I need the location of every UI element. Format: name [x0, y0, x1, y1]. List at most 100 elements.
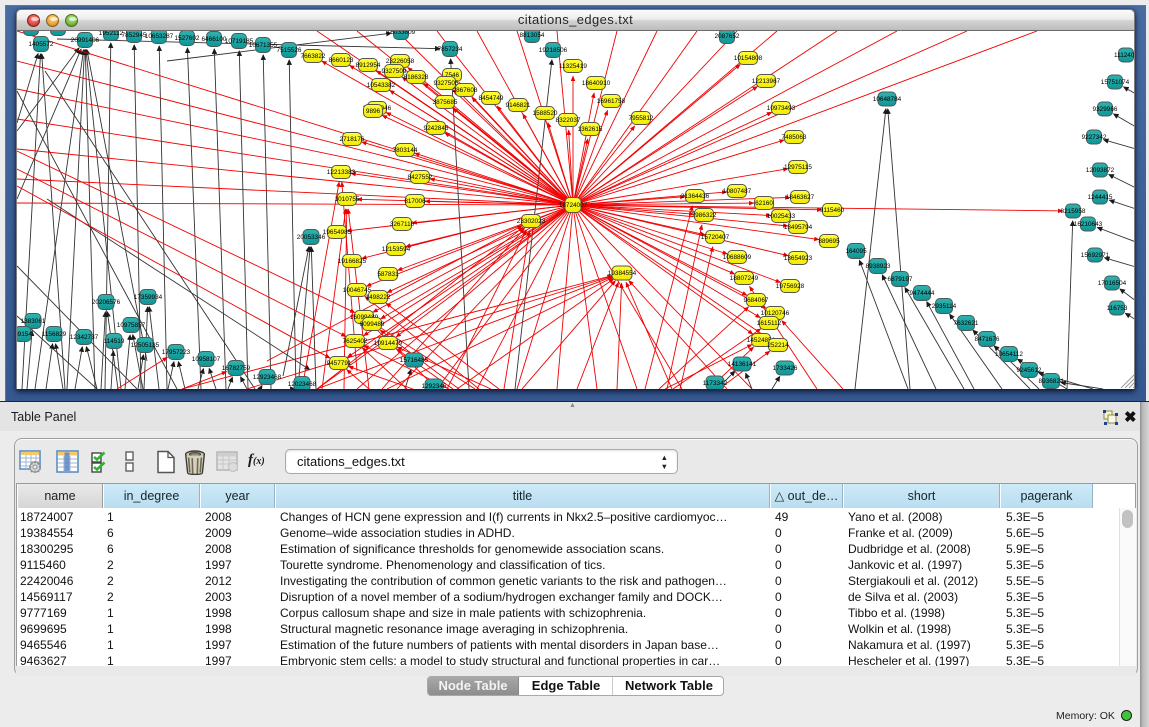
svg-text:6099489: 6099489 — [360, 321, 385, 328]
svg-text:1527602: 1527602 — [175, 35, 200, 42]
svg-text:1244415: 1244415 — [1088, 194, 1113, 201]
svg-text:7852945: 7852945 — [122, 32, 147, 39]
svg-text:9115460: 9115460 — [820, 207, 845, 214]
svg-text:1615112: 1615112 — [757, 320, 782, 327]
svg-text:8186328: 8186328 — [404, 74, 429, 81]
svg-text:8454749: 8454749 — [479, 95, 504, 102]
svg-text:7515526: 7515526 — [277, 47, 302, 54]
svg-text:12213967: 12213967 — [752, 78, 781, 85]
svg-text:10543382: 10543382 — [367, 82, 396, 89]
svg-text:1362615: 1362615 — [578, 126, 603, 133]
svg-text:8427552: 8427552 — [408, 174, 433, 181]
svg-text:20053346: 20053346 — [297, 234, 326, 241]
svg-text:11325419: 11325419 — [559, 63, 587, 70]
svg-text:9684067: 9684067 — [744, 297, 769, 304]
svg-text:19654985: 19654985 — [323, 229, 352, 236]
svg-text:13495794: 13495794 — [784, 224, 813, 231]
svg-text:16210643: 16210643 — [1074, 221, 1103, 228]
svg-text:16782759: 16782759 — [222, 365, 251, 372]
svg-text:39154: 39154 — [17, 331, 32, 338]
svg-text:9327505: 9327505 — [434, 80, 459, 87]
svg-text:817006: 817006 — [404, 198, 426, 205]
svg-text:8936824: 8936824 — [1039, 378, 1064, 385]
svg-text:62160: 62160 — [755, 200, 773, 207]
svg-text:19756928: 19756928 — [776, 283, 805, 290]
svg-text:1498222: 1498222 — [366, 294, 391, 301]
svg-text:12342737: 12342737 — [70, 334, 99, 341]
svg-text:12093872: 12093872 — [1086, 167, 1115, 174]
svg-text:9242845: 9242845 — [424, 125, 449, 132]
svg-text:1292346: 1292346 — [422, 383, 447, 389]
svg-text:2087652: 2087652 — [715, 33, 740, 40]
svg-text:1112403: 1112403 — [1114, 52, 1135, 59]
svg-text:7485063: 7485063 — [782, 134, 807, 141]
svg-text:9896: 9896 — [366, 108, 381, 115]
svg-text:9457791: 9457791 — [327, 360, 352, 367]
svg-text:10648784: 10648784 — [873, 96, 902, 103]
svg-text:19384554: 19384554 — [608, 270, 637, 277]
svg-text:7955812: 7955812 — [629, 115, 654, 122]
svg-text:7632621: 7632621 — [954, 320, 979, 327]
svg-text:17957223: 17957223 — [162, 349, 191, 356]
svg-text:10654112: 10654112 — [995, 351, 1023, 358]
svg-text:23302023: 23302023 — [517, 218, 546, 225]
svg-text:1588520: 1588520 — [533, 110, 558, 117]
svg-text:9329966: 9329966 — [1093, 106, 1118, 113]
svg-text:15751074: 15751074 — [1101, 79, 1130, 86]
svg-text:2867608: 2867608 — [453, 87, 478, 94]
svg-text:16033809: 16033809 — [387, 31, 416, 36]
svg-text:9245612: 9245612 — [1017, 367, 1042, 374]
svg-text:9146821: 9146821 — [506, 102, 531, 109]
svg-text:18640910: 18640910 — [582, 80, 611, 87]
svg-text:20206576: 20206576 — [92, 299, 121, 306]
svg-text:20733: 20733 — [49, 31, 67, 32]
svg-text:12213383: 12213383 — [327, 169, 356, 176]
svg-text:19535: 19535 — [22, 31, 40, 32]
svg-text:12975115: 12975115 — [784, 164, 812, 171]
svg-text:587831: 587831 — [377, 271, 399, 278]
svg-text:10653287: 10653287 — [145, 33, 174, 40]
svg-text:164095: 164095 — [845, 248, 867, 255]
svg-text:10046745: 10046745 — [343, 287, 372, 294]
svg-text:17359934: 17359934 — [134, 294, 163, 301]
svg-text:1405572: 1405572 — [29, 41, 54, 48]
svg-text:15720407: 15720407 — [701, 234, 730, 241]
svg-text:6879197: 6879197 — [888, 276, 913, 283]
svg-text:1733426: 1733426 — [773, 365, 798, 372]
svg-text:9474444: 9474444 — [910, 290, 935, 297]
svg-text:18463627: 18463627 — [786, 194, 815, 201]
svg-text:10688609: 10688609 — [723, 254, 752, 261]
svg-text:7857234: 7857234 — [438, 46, 463, 53]
svg-text:8938923: 8938923 — [866, 263, 891, 270]
svg-text:10975857: 10975857 — [117, 322, 146, 329]
svg-text:8912954: 8912954 — [356, 62, 381, 69]
svg-text:19166825: 19166825 — [338, 258, 367, 265]
svg-text:1173342: 1173342 — [703, 380, 728, 387]
svg-text:17016504: 17016504 — [1098, 280, 1127, 287]
svg-text:114519: 114519 — [104, 338, 125, 345]
svg-text:7986322: 7986322 — [692, 212, 717, 219]
svg-text:3875685: 3875685 — [433, 99, 458, 106]
svg-text:10025433: 10025433 — [767, 213, 796, 220]
svg-text:8471676: 8471676 — [975, 336, 1000, 343]
svg-text:10154808: 10154808 — [734, 55, 763, 62]
svg-text:16961758: 16961758 — [597, 98, 626, 105]
svg-text:1952112: 1952112 — [99, 31, 124, 37]
svg-text:2935114: 2935114 — [932, 303, 957, 310]
svg-text:10958107: 10958107 — [192, 356, 221, 363]
svg-text:8660123: 8660123 — [329, 57, 354, 64]
svg-text:18807249: 18807249 — [730, 275, 759, 282]
svg-text:7663822: 7663822 — [301, 53, 326, 60]
svg-text:10807487: 10807487 — [723, 188, 752, 195]
svg-text:116753: 116753 — [1107, 305, 1128, 312]
svg-text:889695: 889695 — [818, 238, 840, 245]
svg-text:3267110: 3267110 — [390, 221, 415, 228]
svg-text:21364436: 21364436 — [681, 193, 710, 200]
svg-text:12923468: 12923468 — [253, 374, 282, 381]
svg-text:8215958: 8215958 — [1061, 208, 1086, 215]
svg-text:10914479: 10914479 — [374, 340, 403, 347]
svg-text:2718176: 2718176 — [340, 136, 365, 143]
svg-text:6466100: 6466100 — [202, 36, 227, 43]
svg-text:8813054: 8813054 — [520, 32, 545, 39]
svg-text:12153594: 12153594 — [382, 246, 411, 253]
